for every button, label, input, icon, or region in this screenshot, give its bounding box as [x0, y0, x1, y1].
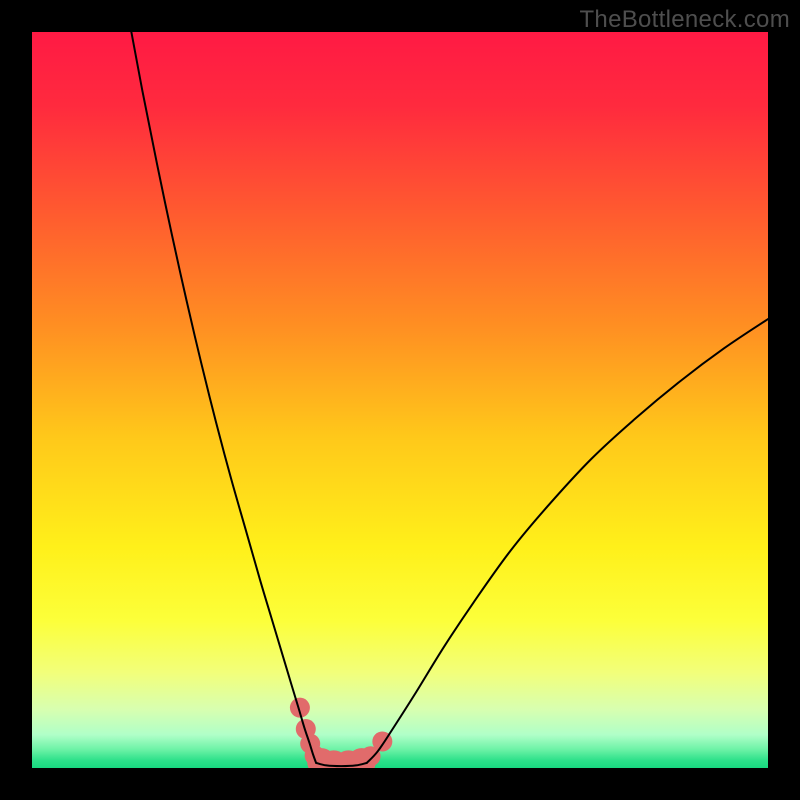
chart-frame: TheBottleneck.com [0, 0, 800, 800]
watermark-text: TheBottleneck.com [579, 6, 790, 34]
plot-area [32, 32, 768, 768]
plot-svg [32, 32, 768, 768]
